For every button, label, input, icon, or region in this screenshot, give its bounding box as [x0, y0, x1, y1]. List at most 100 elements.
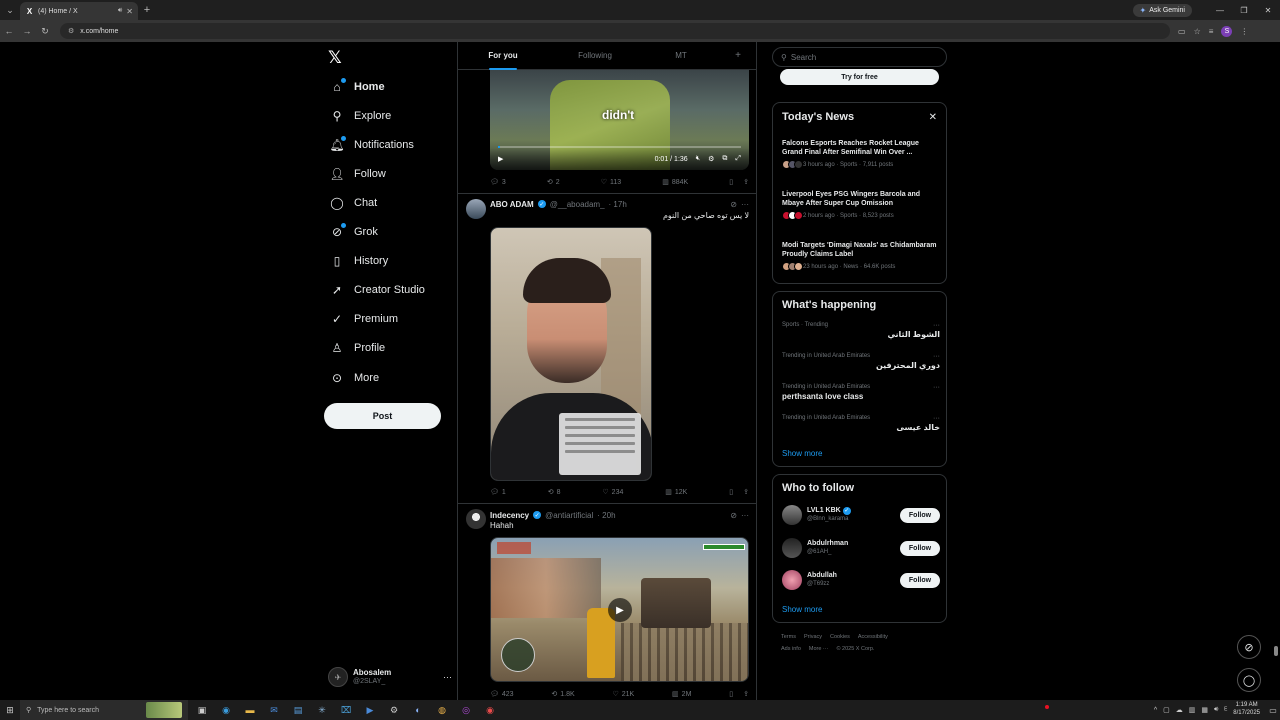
app-icon[interactable]: ⌧	[334, 700, 358, 720]
reply-button[interactable]: 💬︎ 1	[490, 488, 506, 497]
chat-fab-icon[interactable]: ◯	[1237, 668, 1261, 692]
follow-button[interactable]: Follow	[900, 572, 940, 588]
tab-for-you[interactable]: For you	[458, 42, 548, 70]
settings-icon[interactable]: ⚙	[708, 155, 714, 163]
address-bar[interactable]: ⚙ x.com/home	[60, 23, 1170, 39]
tweet-author-handle[interactable]: @antiartificial	[545, 511, 593, 520]
trend-item[interactable]: Trending in United Arab Emirates ··· خال…	[782, 415, 940, 432]
repost-button[interactable]: ⟲ 2	[547, 178, 560, 187]
tray-chevron-icon[interactable]: ^	[1154, 707, 1157, 714]
minimize-button[interactable]: —	[1208, 6, 1232, 15]
scrollbar[interactable]	[1274, 646, 1278, 656]
more-dots-icon[interactable]: ···	[933, 322, 940, 329]
footer-more[interactable]: More ···	[809, 646, 829, 652]
forward-button[interactable]: →	[18, 26, 36, 36]
more-dots-icon[interactable]: ···	[933, 353, 940, 360]
fullscreen-icon[interactable]: ⤢	[735, 155, 741, 163]
file-explorer-icon[interactable]: ▬	[238, 700, 262, 720]
views-button[interactable]: ▥ 884K	[662, 178, 688, 187]
new-tab-button[interactable]: +	[138, 4, 156, 16]
extensions-icon[interactable]: ≡	[1209, 27, 1214, 36]
post-button[interactable]: Post	[324, 403, 441, 429]
site-info-icon[interactable]: ⚙	[68, 27, 74, 35]
repost-button[interactable]: ⟲ 1.8K	[551, 690, 574, 699]
x-logo-icon[interactable]: 𝕏	[328, 48, 342, 68]
like-button[interactable]: ♡ 21K	[612, 690, 634, 699]
add-tab-icon[interactable]: +	[720, 42, 756, 70]
trend-item[interactable]: Trending in United Arab Emirates ··· per…	[782, 384, 940, 401]
ask-gemini-button[interactable]: ✦ Ask Gemini	[1132, 3, 1192, 17]
windows-start-icon[interactable]: ⊞	[0, 705, 20, 716]
bookmark-icon[interactable]: ▯	[729, 488, 733, 496]
nav-follow[interactable]: 👤︎ Follow	[329, 163, 385, 185]
bookmark-icon[interactable]: ▯	[729, 178, 733, 186]
footer-cookies[interactable]: Cookies	[830, 634, 850, 640]
volume-icon[interactable]: 🔊︎	[1214, 706, 1218, 714]
close-icon[interactable]: ✕	[929, 112, 937, 123]
chrome-icon[interactable]: ◍	[430, 700, 454, 720]
bookmark-star-icon[interactable]: ☆	[1194, 27, 1201, 36]
browser-profile-avatar[interactable]: S	[1221, 25, 1233, 37]
reply-button[interactable]: 💬︎ 423	[490, 690, 514, 699]
store-icon[interactable]: ▤	[286, 700, 310, 720]
repost-button[interactable]: ⟲ 8	[548, 488, 561, 497]
reply-button[interactable]: 💬︎ 3	[490, 178, 506, 187]
more-dots-icon[interactable]: ···	[741, 200, 749, 209]
play-icon[interactable]: ▶	[608, 598, 632, 622]
views-button[interactable]: ▥ 12K	[665, 488, 687, 497]
views-button[interactable]: ▥ 2M	[672, 690, 691, 699]
task-view-icon[interactable]: ▣	[190, 700, 214, 720]
settings-icon[interactable]: ⚙	[382, 700, 406, 720]
app-icon[interactable]: ◉	[478, 700, 502, 720]
tab-following[interactable]: Following	[548, 42, 642, 70]
language-icon[interactable]: ᴱ	[1224, 707, 1227, 714]
taskbar-clock[interactable]: 1:19 AM 8/17/2025	[1233, 702, 1260, 718]
more-dots-icon[interactable]: ···	[933, 415, 940, 422]
steam-icon[interactable]: ◐	[406, 700, 430, 720]
nav-more[interactable]: ⊙ More	[330, 367, 379, 389]
follow-suggestion[interactable]: Abdullah @T69zz Follow	[782, 569, 940, 591]
tweet-time[interactable]: · 17h	[609, 200, 627, 209]
back-button[interactable]: ←	[0, 26, 18, 36]
app-icon[interactable]: ◎	[454, 700, 478, 720]
notification-center-icon[interactable]: ▭	[1266, 706, 1280, 715]
taskbar-search-input[interactable]: ⚲ Type here to search	[20, 700, 188, 720]
network-icon[interactable]: ▦	[1201, 706, 1208, 714]
footer-privacy[interactable]: Privacy	[804, 634, 822, 640]
app-icon[interactable]: ✳	[310, 700, 334, 720]
follow-suggestion[interactable]: LVL1 KBK ✓ @Blnn_karama Follow	[782, 504, 940, 526]
pip-icon[interactable]: ⧉	[722, 155, 727, 163]
tweet-video[interactable]: ▶	[490, 537, 749, 682]
grok-fab-icon[interactable]: ⊘	[1237, 635, 1261, 659]
tray-app-icon[interactable]: ☁	[1176, 706, 1183, 714]
footer-terms[interactable]: Terms	[781, 634, 796, 640]
search-input[interactable]: ⚲ Search	[772, 47, 947, 67]
news-item[interactable]: Modi Targets 'Dimagi Naxals' as Chidamba…	[782, 241, 940, 272]
restore-button[interactable]: ❐	[1232, 6, 1256, 15]
mail-icon[interactable]: ✉	[262, 700, 286, 720]
nav-explore[interactable]: ⚲ Explore	[330, 105, 392, 127]
nav-history[interactable]: ▯ History	[330, 250, 389, 272]
tweet-author-handle[interactable]: @__aboadam_	[550, 200, 605, 209]
follow-button[interactable]: Follow	[900, 507, 940, 523]
browser-menu-icon[interactable]: ⋮	[1240, 27, 1248, 36]
close-window-button[interactable]: ✕	[1256, 6, 1280, 15]
nav-chat[interactable]: ◯ Chat	[330, 192, 377, 214]
play-icon[interactable]: ▶	[498, 155, 503, 163]
app-icon[interactable]: ▶	[358, 700, 382, 720]
nav-creator-studio[interactable]: ➚ Creator Studio	[330, 279, 425, 301]
news-item[interactable]: Liverpool Eyes PSG Wingers Barcola and M…	[782, 190, 940, 221]
footer-ads-info[interactable]: Ads info	[781, 646, 801, 652]
footer-accessibility[interactable]: Accessibility	[858, 634, 888, 640]
follow-suggestion[interactable]: Abdulrhman @61AH_ Follow	[782, 537, 940, 559]
bookmark-icon[interactable]: ▯	[729, 690, 733, 698]
show-more-link[interactable]: Show more	[782, 605, 822, 614]
trend-item[interactable]: Sports · Trending ··· الشوط الثاني	[782, 322, 940, 339]
more-dots-icon[interactable]: ···	[933, 384, 940, 391]
speaker-icon[interactable]: 🔊︎	[118, 7, 122, 15]
tray-app-icon[interactable]: ▥	[1189, 706, 1196, 714]
like-button[interactable]: ♡ 113	[601, 178, 621, 187]
nav-grok[interactable]: ⊘ Grok	[330, 221, 378, 243]
tab-mt[interactable]: MT	[642, 42, 720, 70]
grok-icon[interactable]: ⊘	[730, 200, 737, 209]
